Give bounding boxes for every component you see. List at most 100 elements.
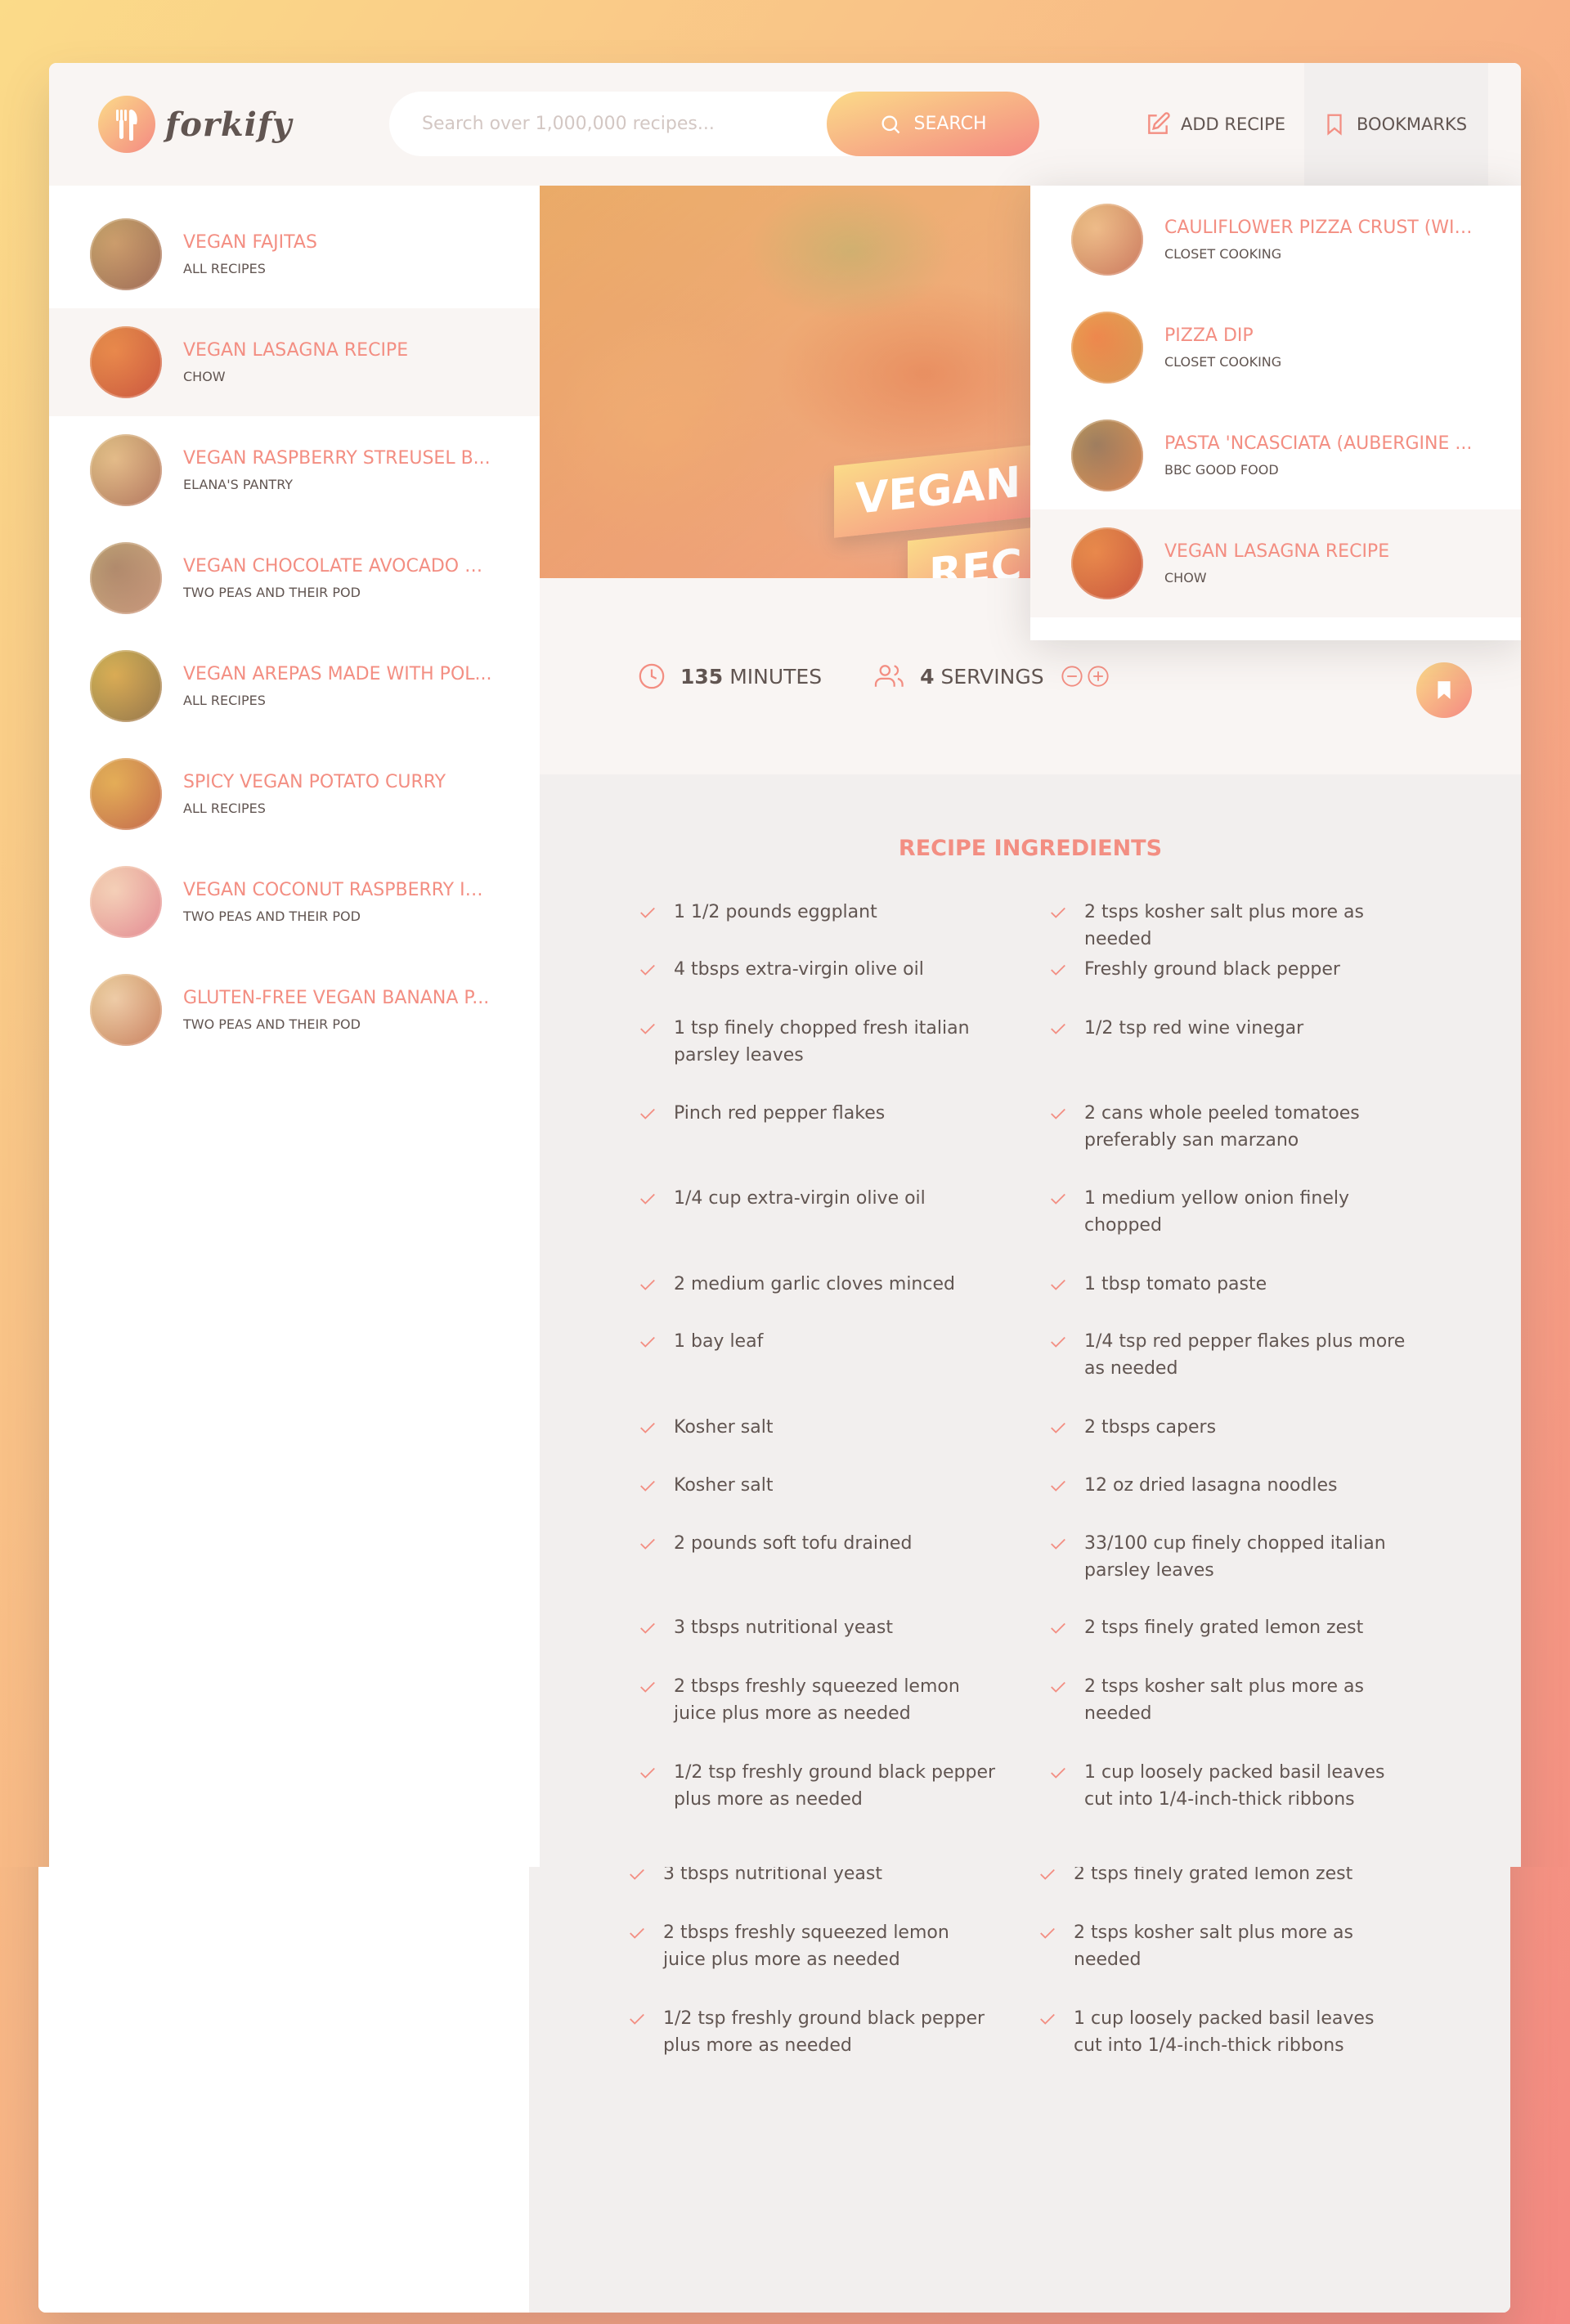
check-icon xyxy=(638,1328,674,1359)
ingredient-text: 2 tsps finely grated lemon zest xyxy=(1074,1867,1353,1884)
app-container: forkify Search Add recipe Bookmarks Vega… xyxy=(38,1867,1510,2313)
ingredient-text: 2 tsps kosher salt plus more as needed xyxy=(1084,1676,1364,1724)
app-container: forkify Search Add recipe Bookmarks Vega… xyxy=(49,63,1521,1867)
minus-circle-icon[interactable] xyxy=(1061,665,1083,688)
ingredient-item: 2 tbsps freshly squeezed lemon juice plu… xyxy=(627,1919,987,1973)
item-title: Pizza Dip xyxy=(1164,325,1254,346)
ingredient-item: 2 tsps finely grated lemon zest xyxy=(1038,1867,1397,1891)
ingredient-item: 2 tsps finely grated lemon zest xyxy=(1048,1614,1408,1645)
recipe-title-line-2: Rec xyxy=(908,527,1043,578)
add-recipe-button[interactable]: Add recipe xyxy=(1127,63,1303,186)
ingredient-text: 2 tbsps capers xyxy=(1084,1417,1217,1438)
item-publisher: Elana's Pantry xyxy=(183,477,294,492)
ingredient-item: 1/2 tsp red wine vinegar xyxy=(1048,1015,1408,1046)
check-icon xyxy=(627,1867,663,1891)
ingredient-item: Kosher salt xyxy=(638,1414,998,1445)
bookmarks-label: Bookmarks xyxy=(1357,114,1468,134)
ingredient-item: 1/2 tsp freshly ground black pepper plus… xyxy=(638,1759,998,1813)
search-result-item[interactable]: Vegan Arepas Made with Pol... All Recipes xyxy=(49,632,540,740)
check-icon xyxy=(638,1015,674,1069)
minutes-label: minutes xyxy=(729,664,823,689)
ingredient-text: 1 bay leaf xyxy=(674,1331,764,1352)
recipe-ingredients: Recipe ingredients 1 1/2 pounds eggplant… xyxy=(540,774,1521,1867)
search-result-item[interactable]: Gluten-Free Vegan Banana P... Two Peas an… xyxy=(49,956,540,1064)
ingredient-item: 1 medium yellow onion finely chopped xyxy=(1048,1185,1408,1239)
ingredient-item: 2 tbsps freshly squeezed lemon juice plu… xyxy=(638,1673,998,1727)
ingredient-text: 1 medium yellow onion finely chopped xyxy=(1084,1188,1350,1236)
servings: 4 servings xyxy=(874,662,1110,690)
bookmark-item[interactable]: Vegan Lasagna Recipe Chow xyxy=(1030,509,1521,617)
bookmark-item[interactable]: Pasta 'Ncasciata (Aubergine ... BBC Good … xyxy=(1030,402,1521,509)
recipe-thumbnail xyxy=(90,650,162,722)
item-publisher: BBC Good Food xyxy=(1164,462,1279,478)
check-icon xyxy=(638,1271,674,1302)
ingredient-item: 4 tbsps extra-virgin olive oil xyxy=(638,956,998,987)
cooking-time: 135 minutes xyxy=(638,662,822,690)
plus-circle-icon[interactable] xyxy=(1087,665,1110,688)
ingredient-item: 1 tbsp tomato paste xyxy=(1048,1271,1408,1302)
ingredient-text: 1/2 tsp red wine vinegar xyxy=(1084,1018,1304,1039)
recipe-ingredients: Recipe ingredients 1 1/2 pounds eggplant… xyxy=(529,1867,1510,2313)
ingredient-text: Pinch red pepper flakes xyxy=(674,1103,886,1124)
ingredient-text: 4 tbsps extra-virgin olive oil xyxy=(674,959,924,980)
item-title: Pasta 'Ncasciata (Aubergine ... xyxy=(1164,433,1473,454)
search-result-item[interactable]: Vegan Coconut Raspberry Ic... Two Peas an… xyxy=(49,848,540,956)
ingredient-item: 1 tsp finely chopped fresh italian parsl… xyxy=(638,1015,998,1069)
check-icon xyxy=(1048,1673,1084,1727)
check-icon xyxy=(638,1414,674,1445)
search-result-item[interactable]: Vegan Fajitas All Recipes xyxy=(49,200,540,308)
check-icon xyxy=(627,1919,663,1973)
search-button-label: Search xyxy=(913,114,987,134)
ingredients-heading: Recipe ingredients xyxy=(898,836,1163,861)
search-result-item[interactable]: Vegan Lasagna Recipe Chow xyxy=(49,308,540,416)
ingredient-item: 1/4 tsp red pepper flakes plus more as n… xyxy=(1048,1328,1408,1382)
item-publisher: All Recipes xyxy=(183,801,266,816)
ingredient-item: 1/4 cup extra-virgin olive oil xyxy=(638,1185,998,1216)
ingredient-item: Freshly ground black pepper xyxy=(1048,956,1408,987)
logo-text: forkify xyxy=(165,105,293,144)
ingredient-item: 1 bay leaf xyxy=(638,1328,998,1359)
bookmark-fill-icon xyxy=(1438,681,1451,699)
ingredient-item: Kosher salt xyxy=(638,1472,998,1503)
fork-knife-icon xyxy=(98,96,155,153)
ingredient-text: 1 cup loosely packed basil leaves cut in… xyxy=(1074,2008,1375,2056)
ingredient-item: 3 tbsps nutritional yeast xyxy=(638,1614,998,1645)
bookmark-item[interactable]: Pizza Dip Closet Cooking xyxy=(1030,294,1521,402)
item-title: Spicy Vegan Potato Curry xyxy=(183,772,446,792)
ingredient-item: 2 pounds soft tofu drained xyxy=(638,1530,998,1561)
item-title: Cauliflower Pizza Crust (wit... xyxy=(1164,218,1475,238)
ingredient-item: Pinch red pepper flakes xyxy=(638,1100,998,1131)
ingredient-item: 2 cans whole peeled tomatoes preferably … xyxy=(1048,1100,1408,1154)
bookmarks-dropdown: Cauliflower Pizza Crust (wit... Closet Co… xyxy=(1030,186,1521,640)
ingredient-text: 33/100 cup finely chopped italian parsle… xyxy=(1084,1533,1386,1581)
item-title: Vegan Raspberry Streusel B... xyxy=(183,448,491,469)
ingredient-text: 2 pounds soft tofu drained xyxy=(674,1533,913,1554)
minutes-value: 135 xyxy=(680,664,724,689)
search-result-item[interactable]: Spicy Vegan Potato Curry All Recipes xyxy=(49,740,540,848)
item-publisher: Two Peas and Their Pod xyxy=(183,909,361,924)
ingredient-text: 3 tbsps nutritional yeast xyxy=(674,1617,893,1638)
ingredient-text: 2 cans whole peeled tomatoes preferably … xyxy=(1084,1103,1360,1151)
ingredient-text: 2 medium garlic cloves minced xyxy=(674,1274,955,1294)
ingredient-item: 2 tbsps capers xyxy=(1048,1414,1408,1445)
logo[interactable]: forkify xyxy=(98,96,292,153)
ingredient-text: 1 tbsp tomato paste xyxy=(1084,1274,1267,1294)
bookmark-item[interactable]: Cauliflower Pizza Crust (wit... Closet Co… xyxy=(1030,186,1521,294)
recipe-thumbnail xyxy=(90,866,162,938)
recipe-thumbnail xyxy=(90,542,162,614)
ingredient-text: 2 tsps kosher salt plus more as needed xyxy=(1084,902,1364,949)
item-publisher: All Recipes xyxy=(183,261,266,276)
bookmarks-button[interactable]: Bookmarks xyxy=(1304,63,1488,186)
check-icon xyxy=(1048,899,1084,953)
search-input[interactable] xyxy=(422,92,765,156)
search-button[interactable]: Search xyxy=(827,92,1039,156)
check-icon xyxy=(1048,1100,1084,1154)
ingredient-text: 1/2 tsp freshly ground black pepper plus… xyxy=(663,2008,985,2056)
ingredient-text: 1/4 cup extra-virgin olive oil xyxy=(674,1188,926,1209)
search-result-item[interactable]: Vegan Chocolate Avocado C... Two Peas and… xyxy=(49,524,540,632)
ingredient-item: 1 1/2 pounds eggplant xyxy=(638,899,998,930)
search-result-item[interactable]: Vegan Raspberry Streusel B... Elana's Pan… xyxy=(49,416,540,524)
item-title: Vegan Lasagna Recipe xyxy=(183,340,409,361)
bookmark-recipe-button[interactable] xyxy=(1416,662,1472,718)
ingredient-item: 33/100 cup finely chopped italian parsle… xyxy=(1048,1530,1408,1584)
